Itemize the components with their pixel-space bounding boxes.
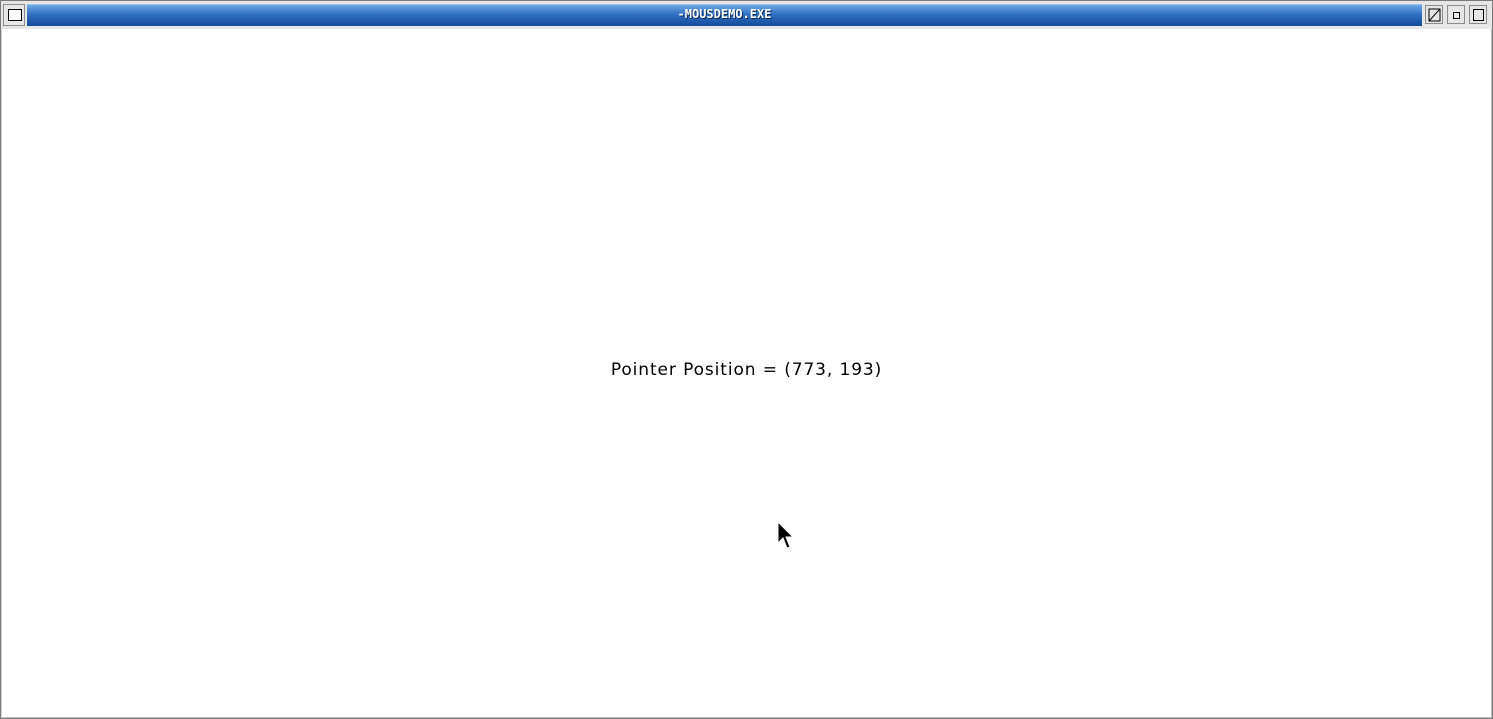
maximize-button[interactable] [1469, 5, 1487, 24]
pointer-position-label: Pointer Position = (773, 193) [610, 360, 883, 380]
app-window: -MOUSDEMO.EXE Pointer Position = (773, 1… [0, 0, 1493, 719]
system-menu-button[interactable] [3, 4, 25, 26]
maximize-icon [1473, 9, 1484, 21]
minimize-icon [1453, 12, 1460, 19]
minimize-button[interactable] [1447, 5, 1465, 24]
resize-button[interactable] [1425, 5, 1443, 24]
resize-icon [1428, 8, 1441, 22]
window-menu-icon [8, 9, 22, 21]
arrow-cursor-icon [777, 521, 795, 549]
title-bar[interactable]: -MOUSDEMO.EXE [1, 1, 1492, 29]
caption-bar[interactable]: -MOUSDEMO.EXE [27, 4, 1422, 26]
window-title: -MOUSDEMO.EXE [677, 7, 772, 21]
